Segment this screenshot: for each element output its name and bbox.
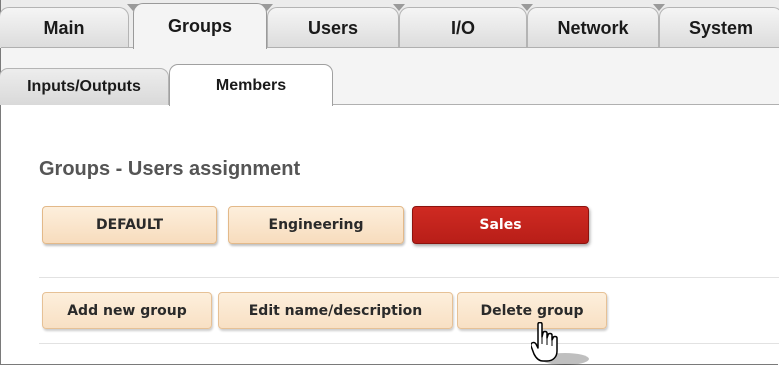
tab-separator-notch: [653, 4, 665, 11]
add-group-button-label: Add new group: [67, 302, 187, 319]
tab-network-label: Network: [557, 17, 629, 38]
tab-io-label: I/O: [450, 17, 475, 38]
delete-button-label: Delete group: [480, 302, 584, 319]
tab-groups[interactable]: Groups: [133, 3, 267, 49]
tab-io[interactable]: I/O: [399, 7, 527, 48]
group-button-label: Sales: [479, 217, 522, 233]
hand-pointer-icon: [531, 322, 589, 365]
tab-users-label: Users: [307, 17, 359, 38]
tab-separator-notch: [127, 4, 139, 11]
tab-system-label: System: [688, 17, 754, 38]
tab-separator-notch: [521, 4, 533, 11]
tab-network[interactable]: Network: [527, 7, 659, 48]
group-button-label: Engineering: [268, 217, 364, 233]
tab-separator-notch: [393, 4, 405, 11]
group-button-default[interactable]: DEFAULT: [42, 206, 217, 244]
edit-name-description-button[interactable]: Edit name/description: [218, 292, 453, 329]
window-frame: Main Groups Users I/O Network System Inp…: [0, 0, 779, 365]
main-tab-bar: Main Groups Users I/O Network System: [0, 0, 779, 49]
edit-button-label: Edit name/description: [248, 302, 423, 319]
tab-main[interactable]: Main: [0, 7, 129, 48]
tab-separator-notch: [261, 4, 273, 11]
subtab-members-label: Members: [215, 76, 287, 94]
group-button-engineering[interactable]: Engineering: [228, 206, 404, 244]
add-group-button[interactable]: Add new group: [42, 292, 212, 329]
subtab-members[interactable]: Members: [169, 64, 333, 106]
tab-system[interactable]: System: [659, 7, 779, 48]
group-button-sales[interactable]: Sales: [412, 206, 589, 244]
tab-groups-label: Groups: [167, 16, 232, 36]
section-divider: [39, 343, 779, 344]
subtab-inputs-outputs[interactable]: Inputs/Outputs: [0, 68, 169, 105]
group-button-label: DEFAULT: [95, 217, 164, 233]
subtab-inputs-outputs-label: Inputs/Outputs: [27, 78, 141, 95]
page-title: Groups - Users assignment: [39, 158, 301, 180]
tab-main-label: Main: [43, 17, 85, 38]
tab-users[interactable]: Users: [267, 7, 399, 48]
section-divider: [39, 277, 779, 278]
